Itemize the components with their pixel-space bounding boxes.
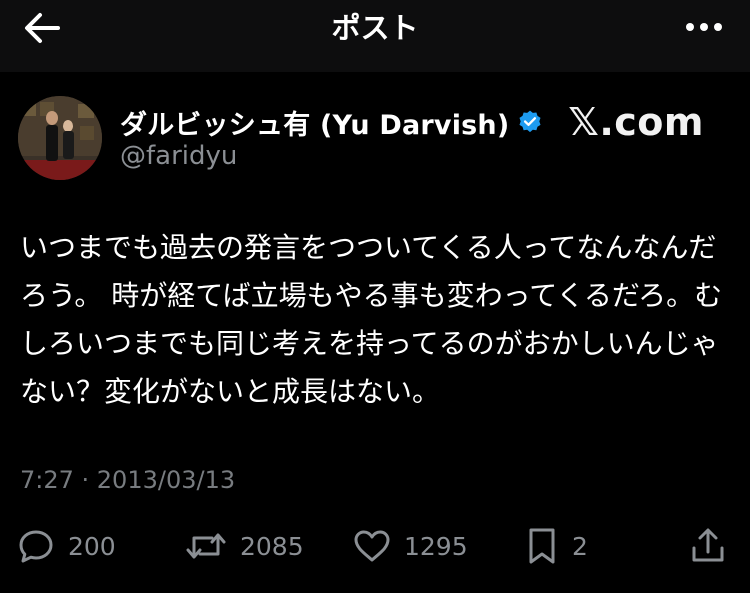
avatar[interactable]: [18, 96, 102, 180]
x-logo-icon: 𝕏: [568, 100, 600, 144]
share-button[interactable]: [688, 524, 728, 568]
tweet-text: いつまでも過去の発言をつついてくる人ってなんなんだろう。 時が経てば立場もやる事…: [20, 231, 723, 408]
bookmark-button[interactable]: 2: [524, 524, 588, 568]
more-button[interactable]: [680, 12, 728, 42]
verified-badge-icon: [519, 110, 541, 133]
share-icon: [692, 528, 724, 562]
display-name[interactable]: ダルビッシュ有 (Yu Darvish): [120, 103, 509, 142]
action-bar: 200 2085 1295 2: [16, 524, 734, 568]
author-handle[interactable]: @faridyu: [120, 140, 237, 172]
reply-icon: [19, 530, 53, 563]
bookmark-icon: [529, 528, 555, 564]
author-name-row: ダルビッシュ有 (Yu Darvish): [120, 103, 543, 142]
reply-button[interactable]: 200: [16, 524, 116, 568]
repost-button[interactable]: 2085: [184, 524, 304, 568]
like-icon: [354, 530, 390, 562]
top-bar: ポスト: [0, 0, 750, 72]
like-button[interactable]: 1295: [352, 524, 468, 568]
site-brand-watermark: 𝕏.com: [568, 100, 704, 144]
repost-icon: [186, 533, 226, 559]
more-icon: [686, 23, 722, 31]
like-count: 1295: [404, 531, 468, 561]
brand-domain: .com: [599, 100, 704, 144]
reply-count: 200: [68, 531, 116, 561]
tweet-timestamp[interactable]: 7:27 · 2013/03/13: [20, 464, 235, 496]
repost-count: 2085: [240, 531, 304, 561]
avatar-image: [18, 96, 102, 180]
bookmark-count: 2: [572, 531, 588, 561]
page-title: ポスト: [331, 11, 419, 45]
